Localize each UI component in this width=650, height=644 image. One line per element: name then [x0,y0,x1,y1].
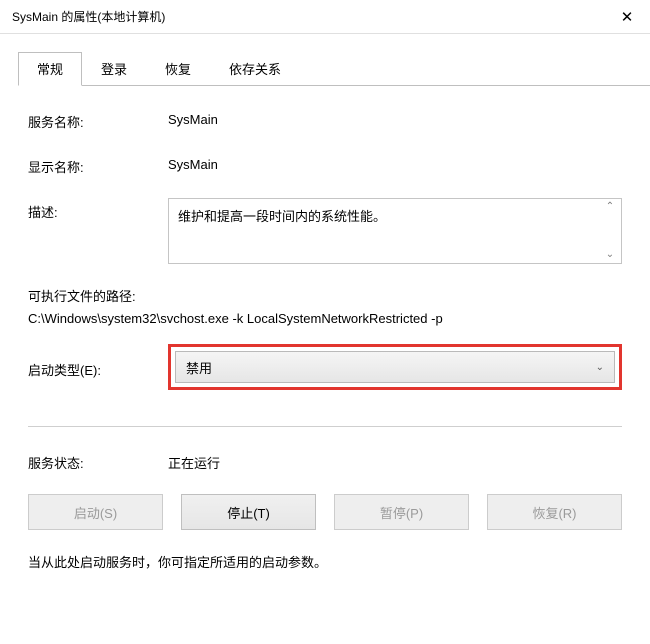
scroll-up-icon[interactable]: ⌃ [602,202,618,212]
pause-button: 暂停(P) [334,494,469,530]
divider [28,426,622,427]
tab-dependencies[interactable]: 依存关系 [210,52,300,86]
tab-logon-label: 登录 [101,62,127,77]
resume-button: 恢复(R) [487,494,622,530]
tab-strip: 常规 登录 恢复 依存关系 [18,52,650,86]
startup-params-hint: 当从此处启动服务时，你可指定所适用的启动参数。 [28,552,622,571]
startup-type-select[interactable]: 禁用 ⌄ [175,351,615,383]
stop-button[interactable]: 停止(T) [181,494,316,530]
value-exe-path: C:\Windows\system32\svchost.exe -k Local… [28,311,622,326]
startup-type-highlight: 禁用 ⌄ [168,344,622,390]
description-scrollbar[interactable]: ⌃ ⌄ [602,202,618,260]
label-startup-type: 启动类型(E): [28,356,168,379]
value-service-status: 正在运行 [168,449,622,472]
row-exe-path: 可执行文件的路径: C:\Windows\system32\svchost.ex… [28,286,622,326]
description-textbox[interactable]: 维护和提高一段时间内的系统性能。 ⌃ ⌄ [168,198,622,264]
tab-recovery[interactable]: 恢复 [146,52,210,86]
value-display-name: SysMain [168,153,622,172]
row-display-name: 显示名称: SysMain [28,153,622,176]
service-control-buttons: 启动(S) 停止(T) 暂停(P) 恢复(R) [28,494,622,530]
scroll-down-icon[interactable]: ⌄ [602,250,618,260]
row-description: 描述: 维护和提高一段时间内的系统性能。 ⌃ ⌄ [28,198,622,264]
row-service-name: 服务名称: SysMain [28,108,622,131]
label-service-status: 服务状态: [28,449,168,472]
value-service-name: SysMain [168,108,622,127]
close-icon: ✕ [621,8,634,26]
description-text: 维护和提高一段时间内的系统性能。 [178,209,386,224]
tab-recovery-label: 恢复 [165,62,191,77]
start-button: 启动(S) [28,494,163,530]
tab-general[interactable]: 常规 [18,52,82,86]
titlebar: SysMain 的属性(本地计算机) ✕ [0,0,650,34]
tab-content: 服务名称: SysMain 显示名称: SysMain 描述: 维护和提高一段时… [0,86,650,571]
row-service-status: 服务状态: 正在运行 [28,449,622,472]
tab-logon[interactable]: 登录 [82,52,146,86]
startup-type-value: 禁用 [186,358,212,377]
label-exe-path: 可执行文件的路径: [28,286,622,305]
label-service-name: 服务名称: [28,108,168,131]
tab-general-label: 常规 [37,62,63,77]
label-display-name: 显示名称: [28,153,168,176]
row-startup-type: 启动类型(E): 禁用 ⌄ [28,344,622,390]
chevron-down-icon: ⌄ [596,362,604,373]
close-button[interactable]: ✕ [604,0,650,33]
window-title: SysMain 的属性(本地计算机) [12,8,165,25]
label-description: 描述: [28,198,168,221]
tab-dependencies-label: 依存关系 [229,62,281,77]
tab-underline [18,85,650,86]
